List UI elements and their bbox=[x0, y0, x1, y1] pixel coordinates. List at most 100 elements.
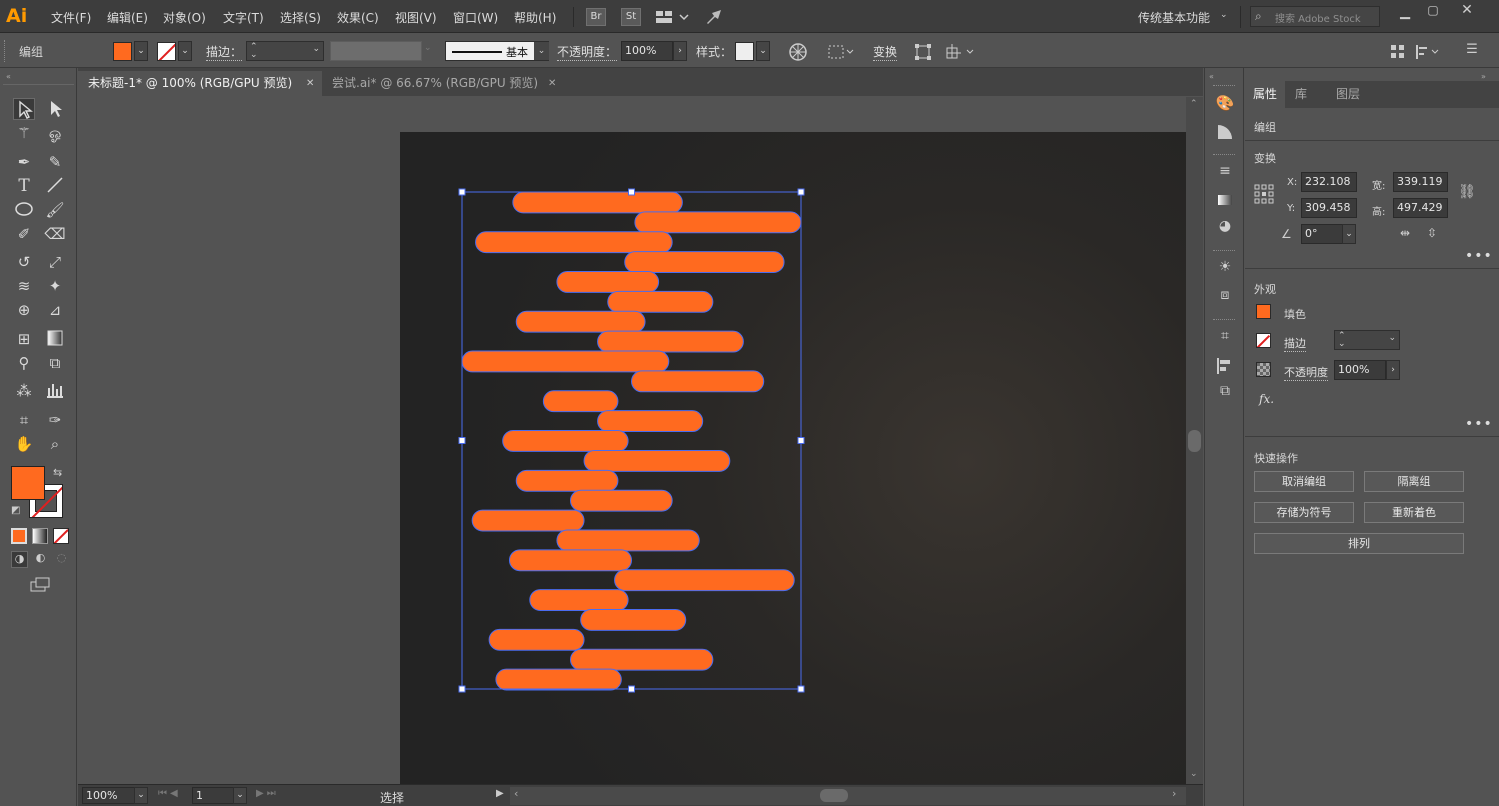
opacity-arrow[interactable]: › bbox=[673, 41, 687, 61]
save-as-symbol-button[interactable]: 存储为符号 bbox=[1254, 502, 1354, 523]
menu-file[interactable]: 文件(F) bbox=[51, 9, 91, 26]
close-icon[interactable]: ✕ bbox=[1455, 2, 1479, 18]
transparency-panel-icon[interactable]: ◕ bbox=[1214, 218, 1236, 240]
more-options-icon[interactable]: ••• bbox=[1465, 416, 1493, 432]
orange-bar[interactable] bbox=[461, 350, 670, 373]
appearance-stroke-label[interactable]: 描边 bbox=[1284, 335, 1306, 352]
appearance-fill-swatch[interactable] bbox=[1256, 304, 1271, 319]
selection-handle[interactable] bbox=[628, 685, 635, 693]
stroke-dropdown[interactable]: ⌄ bbox=[178, 41, 192, 61]
workspace-switcher[interactable]: 传统基本功能 bbox=[1138, 9, 1210, 26]
orange-bar[interactable] bbox=[607, 290, 714, 313]
selection-handle[interactable] bbox=[458, 685, 466, 693]
ellipse-tool[interactable] bbox=[13, 199, 35, 221]
ungroup-button[interactable]: 取消编组 bbox=[1254, 471, 1354, 492]
stock-search-field[interactable]: ⌕ 搜索 Adobe Stock bbox=[1250, 6, 1380, 27]
color-guide-icon[interactable] bbox=[1214, 122, 1236, 144]
type-tool[interactable]: T bbox=[13, 175, 35, 197]
eyedropper-tool[interactable]: ⚲ bbox=[13, 352, 35, 374]
scroll-thumb[interactable] bbox=[1188, 430, 1201, 452]
orange-bar[interactable] bbox=[556, 529, 700, 552]
transform-panel-icon[interactable]: ⌗ bbox=[1214, 328, 1236, 350]
appearance-opacity-label[interactable]: 不透明度 bbox=[1284, 364, 1328, 381]
stroke-panel-icon[interactable]: ≡ bbox=[1214, 163, 1236, 185]
reference-point-icon[interactable] bbox=[1254, 184, 1274, 204]
align-panel-icon[interactable] bbox=[1214, 356, 1236, 378]
artboard-nav-prev-icons[interactable]: ⏮◀ bbox=[158, 788, 181, 799]
mesh-tool[interactable]: ⊞ bbox=[13, 328, 35, 350]
selection-handle[interactable] bbox=[797, 685, 805, 693]
y-input[interactable]: 309.458 bbox=[1301, 198, 1357, 218]
selection-handle[interactable] bbox=[458, 188, 466, 196]
arrange-documents-icon[interactable] bbox=[654, 8, 690, 26]
fill-swatch[interactable] bbox=[113, 42, 132, 61]
orange-bar[interactable] bbox=[597, 410, 704, 433]
chevron-down-icon[interactable]: ⌄ bbox=[312, 44, 320, 54]
appearance-opacity-input[interactable]: 100% bbox=[1334, 360, 1386, 380]
x-input[interactable]: 232.108 bbox=[1301, 172, 1357, 192]
flip-vertical-icon[interactable]: ⇳ bbox=[1422, 226, 1442, 242]
chevron-down-icon[interactable]: ⌄ bbox=[534, 42, 549, 60]
horizontal-scrollbar[interactable]: ‹ › bbox=[510, 787, 1186, 805]
more-options-icon[interactable]: ••• bbox=[1465, 248, 1493, 264]
magic-wand-tool[interactable]: ⚚ bbox=[13, 122, 35, 144]
appearance-stroke-weight[interactable]: ⌃ ⌄ ⌄ bbox=[1334, 330, 1400, 350]
height-input[interactable]: 497.429 bbox=[1393, 198, 1448, 218]
flip-horizontal-icon[interactable]: ⇹ bbox=[1395, 226, 1415, 242]
orange-bar[interactable] bbox=[556, 271, 660, 293]
puppet-warp-icon[interactable] bbox=[943, 42, 977, 62]
artboard-dropdown[interactable]: ⌄ bbox=[233, 787, 247, 804]
artboard-number-field[interactable]: 1 bbox=[192, 787, 234, 804]
selection-handle[interactable] bbox=[628, 188, 635, 196]
fill-color-front[interactable] bbox=[11, 466, 45, 500]
orange-bar[interactable] bbox=[634, 211, 802, 234]
stroke-swatch[interactable] bbox=[157, 42, 176, 61]
rotate-tool[interactable]: ↺ bbox=[13, 251, 35, 273]
constrain-proportions-icon[interactable]: ⛓ bbox=[1457, 184, 1477, 204]
stepper-arrows-icon[interactable]: ⌃ ⌄ bbox=[250, 43, 258, 60]
grid-layout-icon[interactable] bbox=[1388, 42, 1408, 62]
color-panel-icon[interactable]: 🎨 bbox=[1214, 94, 1236, 116]
orange-bar[interactable] bbox=[580, 608, 687, 631]
line-segment-tool[interactable] bbox=[44, 175, 66, 197]
stock-button[interactable]: St bbox=[621, 8, 641, 26]
slice-tool[interactable]: ✑ bbox=[44, 409, 66, 431]
scroll-left-icon[interactable]: ‹ bbox=[514, 787, 518, 800]
stroke-label[interactable]: 描边： bbox=[206, 43, 243, 61]
shape-builder-tool[interactable]: ⊕ bbox=[13, 299, 35, 321]
angle-input[interactable]: 0° bbox=[1301, 224, 1343, 244]
puppet-warp-tool[interactable]: ✦ bbox=[44, 275, 66, 297]
gpu-performance-icon[interactable] bbox=[704, 7, 724, 27]
zoom-field[interactable]: 100% bbox=[82, 787, 135, 804]
style-dropdown[interactable]: ⌄ bbox=[756, 41, 770, 61]
shaper-tool[interactable]: ✐ bbox=[13, 223, 35, 245]
scroll-up-icon[interactable]: ⌃ bbox=[1190, 99, 1198, 109]
graphic-style-swatch[interactable] bbox=[735, 42, 754, 61]
bounding-box-icon[interactable] bbox=[913, 42, 933, 62]
orange-bar[interactable] bbox=[624, 251, 785, 274]
screen-mode-icon[interactable] bbox=[28, 576, 52, 594]
menu-help[interactable]: 帮助(H) bbox=[514, 9, 556, 26]
variable-width-profile[interactable] bbox=[330, 41, 422, 61]
scroll-down-icon[interactable]: ⌄ bbox=[1190, 769, 1198, 779]
collapse-arrows-icon[interactable]: » bbox=[1481, 72, 1486, 81]
pen-tool[interactable]: ✒ bbox=[13, 151, 35, 173]
hand-tool[interactable]: ✋ bbox=[13, 433, 35, 455]
chevron-down-icon[interactable]: ⌄ bbox=[1388, 333, 1396, 343]
collapse-arrows-icon[interactable]: « bbox=[6, 72, 11, 81]
tab-properties[interactable]: 属性 bbox=[1245, 81, 1285, 108]
orange-bar[interactable] bbox=[475, 231, 673, 254]
menu-window[interactable]: 窗口(W) bbox=[453, 9, 498, 26]
brush-definition[interactable]: 基本 ⌄ bbox=[445, 41, 549, 61]
orange-bar[interactable] bbox=[529, 589, 629, 611]
none-mode-button[interactable] bbox=[53, 528, 69, 544]
align-icon[interactable] bbox=[826, 42, 856, 62]
appearance-stroke-swatch[interactable] bbox=[1256, 333, 1271, 348]
maximize-icon[interactable]: ▢ bbox=[1421, 3, 1445, 19]
tab-untitled[interactable]: 未标题-1* @ 100% (RGB/GPU 预览) ✕ bbox=[78, 71, 322, 96]
arrange-button[interactable]: 排列 bbox=[1254, 533, 1464, 554]
orange-bar[interactable] bbox=[583, 449, 731, 472]
orange-bar[interactable] bbox=[488, 628, 585, 651]
draw-inside-icon[interactable]: ◌ bbox=[53, 551, 70, 568]
paintbrush-tool[interactable]: 🖌 bbox=[44, 199, 66, 221]
